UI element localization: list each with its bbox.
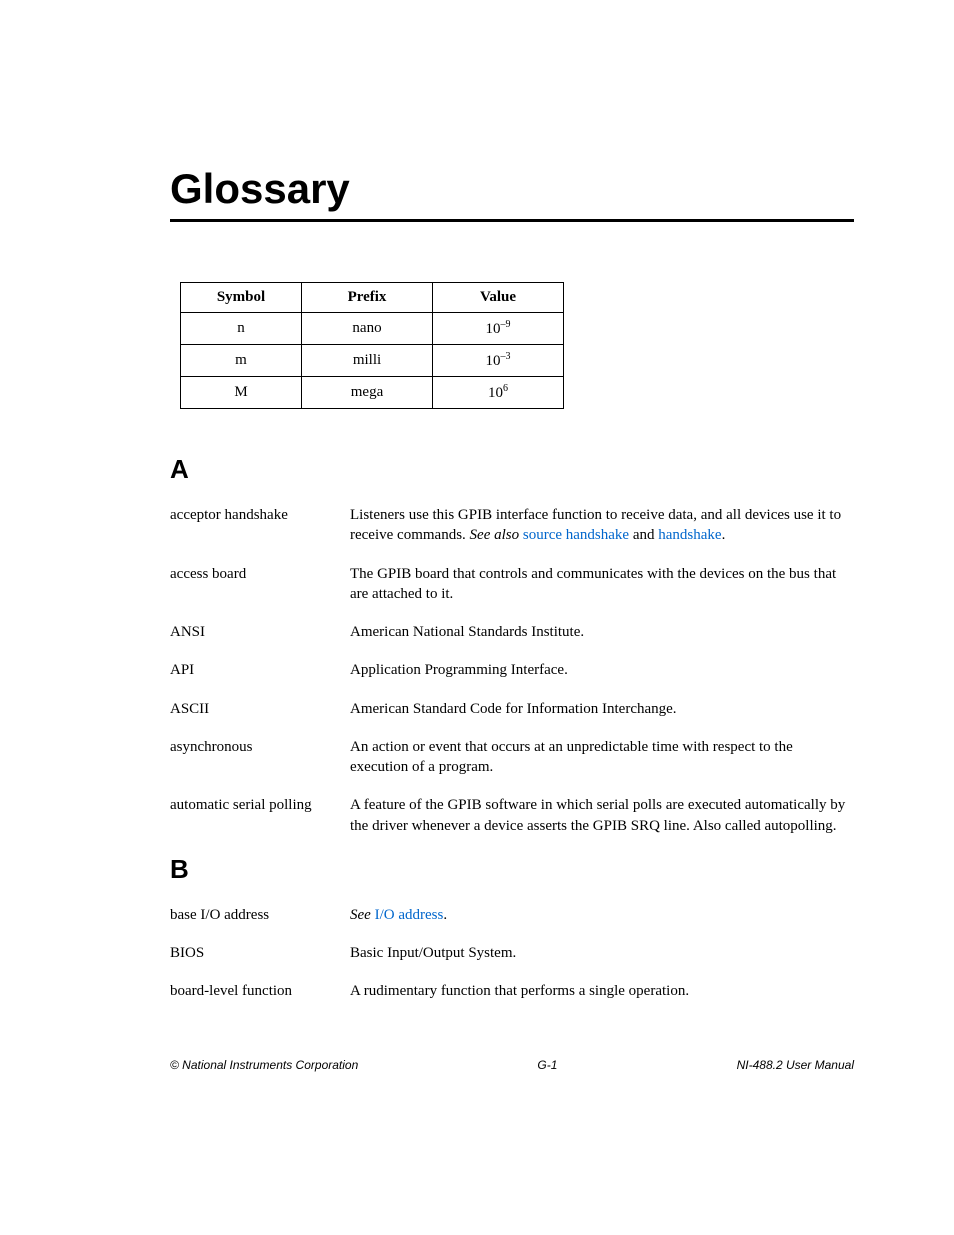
page-footer: © National Instruments Corporation G-1 N… xyxy=(170,1058,854,1072)
glossary-entry: BIOS Basic Input/Output System. xyxy=(170,943,854,963)
th-symbol: Symbol xyxy=(181,283,302,313)
term: acceptor handshake xyxy=(170,505,350,546)
cell-symbol: n xyxy=(181,313,302,345)
value-base: 10 xyxy=(486,353,501,369)
see-also-label: See also xyxy=(470,527,520,543)
definition: A rudimentary function that performs a s… xyxy=(350,981,854,1001)
term: asynchronous xyxy=(170,737,350,778)
value-base: 10 xyxy=(486,321,501,337)
table-row: m milli 10–3 xyxy=(181,345,564,377)
th-value: Value xyxy=(433,283,564,313)
definition: Listeners use this GPIB interface functi… xyxy=(350,505,854,546)
glossary-entry: API Application Programming Interface. xyxy=(170,660,854,680)
cell-symbol: m xyxy=(181,345,302,377)
cell-symbol: M xyxy=(181,377,302,409)
definition: See I/O address. xyxy=(350,905,854,925)
glossary-entry: board-level function A rudimentary funct… xyxy=(170,981,854,1001)
term: automatic serial polling xyxy=(170,795,350,836)
def-text: . xyxy=(443,907,447,923)
term: base I/O address xyxy=(170,905,350,925)
value-base: 10 xyxy=(488,385,503,401)
definition: The GPIB board that controls and communi… xyxy=(350,564,854,605)
cell-value: 106 xyxy=(433,377,564,409)
definition: American Standard Code for Information I… xyxy=(350,699,854,719)
footer-right: NI-488.2 User Manual xyxy=(737,1058,854,1072)
def-text: . xyxy=(722,527,726,543)
page-title: Glossary xyxy=(170,165,854,213)
term: access board xyxy=(170,564,350,605)
glossary-entry: automatic serial polling A feature of th… xyxy=(170,795,854,836)
definition: Application Programming Interface. xyxy=(350,660,854,680)
definition: Basic Input/Output System. xyxy=(350,943,854,963)
glossary-entry: ANSI American National Standards Institu… xyxy=(170,622,854,642)
link-handshake[interactable]: handshake xyxy=(658,527,721,543)
glossary-entry: acceptor handshake Listeners use this GP… xyxy=(170,505,854,546)
cell-prefix: nano xyxy=(302,313,433,345)
table-row: M mega 106 xyxy=(181,377,564,409)
value-exp: –3 xyxy=(501,351,511,362)
link-source-handshake[interactable]: source handshake xyxy=(523,527,629,543)
glossary-entry: base I/O address See I/O address. xyxy=(170,905,854,925)
see-label: See xyxy=(350,907,371,923)
cell-prefix: mega xyxy=(302,377,433,409)
value-exp: 6 xyxy=(503,383,508,394)
table-row: n nano 10–9 xyxy=(181,313,564,345)
glossary-entry: ASCII American Standard Code for Informa… xyxy=(170,699,854,719)
term: ASCII xyxy=(170,699,350,719)
title-rule xyxy=(170,219,854,222)
glossary-entry: access board The GPIB board that control… xyxy=(170,564,854,605)
term: board-level function xyxy=(170,981,350,1001)
prefix-table: Symbol Prefix Value n nano 10–9 m milli … xyxy=(180,282,564,409)
def-text: and xyxy=(629,527,658,543)
section-letter-a: A xyxy=(170,454,854,485)
footer-left: © National Instruments Corporation xyxy=(170,1058,358,1072)
definition: American National Standards Institute. xyxy=(350,622,854,642)
term: ANSI xyxy=(170,622,350,642)
value-exp: –9 xyxy=(501,319,511,330)
cell-prefix: milli xyxy=(302,345,433,377)
definition: An action or event that occurs at an unp… xyxy=(350,737,854,778)
term: BIOS xyxy=(170,943,350,963)
cell-value: 10–9 xyxy=(433,313,564,345)
link-io-address[interactable]: I/O address xyxy=(375,907,444,923)
th-prefix: Prefix xyxy=(302,283,433,313)
term: API xyxy=(170,660,350,680)
section-letter-b: B xyxy=(170,854,854,885)
definition: A feature of the GPIB software in which … xyxy=(350,795,854,836)
cell-value: 10–3 xyxy=(433,345,564,377)
footer-center: G-1 xyxy=(537,1058,557,1072)
glossary-entry: asynchronous An action or event that occ… xyxy=(170,737,854,778)
